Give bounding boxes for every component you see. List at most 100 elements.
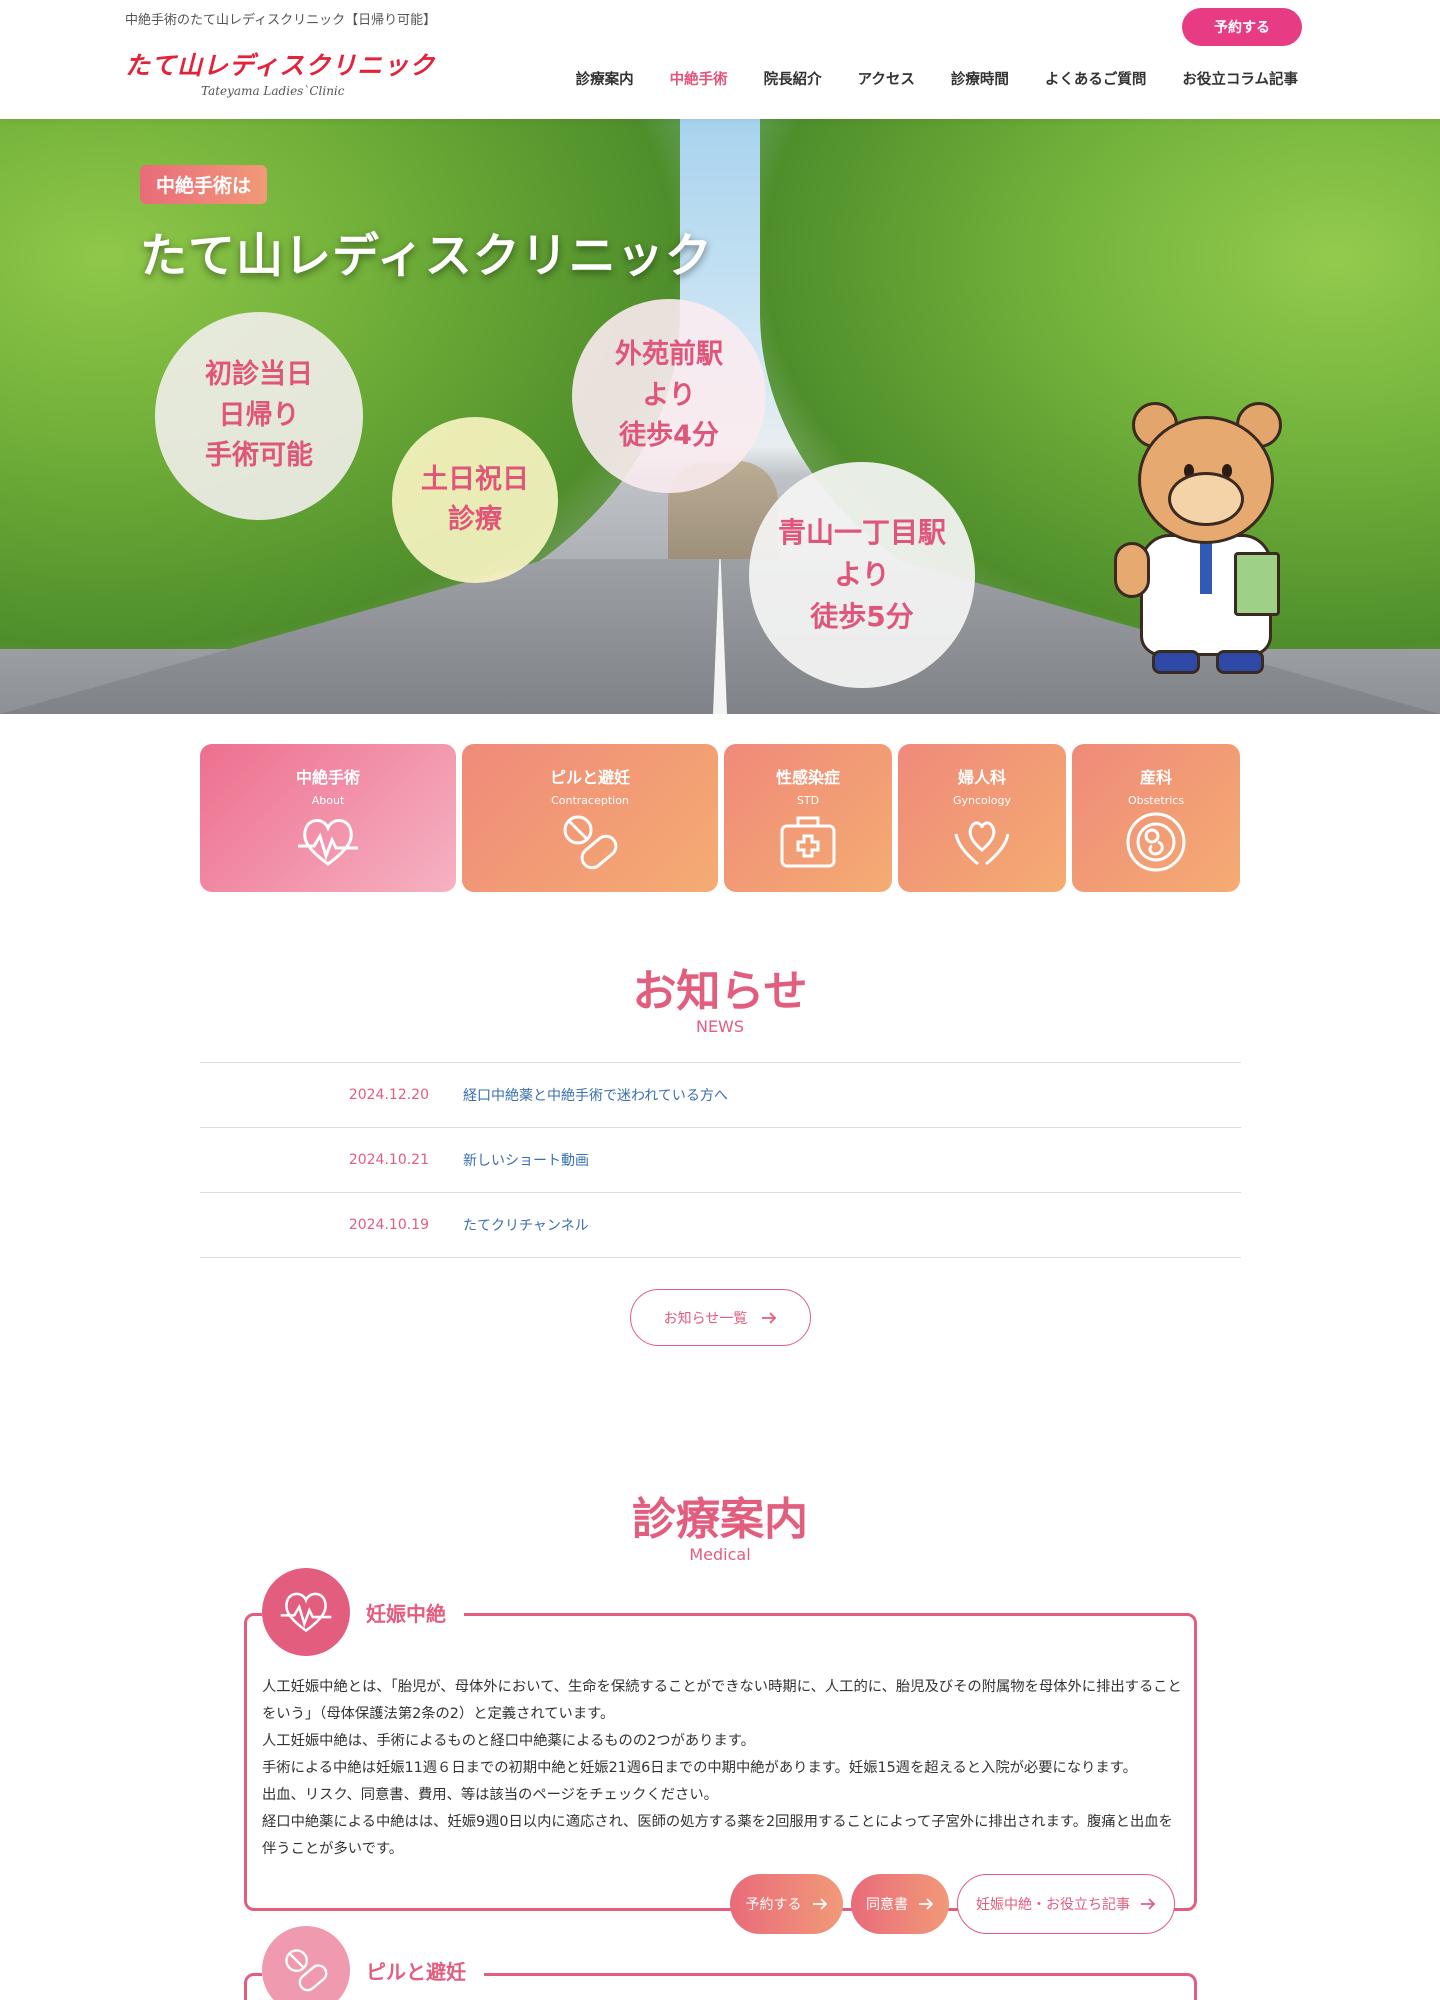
nav-item-column[interactable]: お役立コラム記事 <box>1182 68 1298 89</box>
bubble-line: 徒歩5分 <box>810 600 914 633</box>
site-tagline: 中絶手術のたて山レディスクリニック【日帰り可能】 <box>125 13 437 28</box>
nav-item-abortion[interactable]: 中絶手術 <box>670 68 728 89</box>
medical-paragraph: 人工妊娠中絶は、手術によるものと経口中絶薬によるものの2つがあります。 <box>262 1733 755 1749</box>
card-title: 婦人科 <box>957 768 1006 787</box>
card-title: 産科 <box>1139 768 1172 787</box>
news-date: 2024.12.20 <box>348 1087 429 1103</box>
button-label: 同意書 <box>866 1897 908 1913</box>
hero-bubble-same-day: 初診当日日帰り手術可能 <box>155 312 363 520</box>
medical-paragraph: 人工妊娠中絶とは、「胎児が、母体外において、生命を保続することができない時期に、… <box>262 1679 1182 1722</box>
nav-item-faq[interactable]: よくあるご質問 <box>1045 68 1147 89</box>
news-title: お知らせ <box>632 966 808 1017</box>
news-link[interactable]: 新しいショート動画 <box>463 1150 589 1170</box>
bubble-line: 手術可能 <box>205 440 313 472</box>
card-subtitle: Gyncology <box>952 794 1012 807</box>
category-cards: 中絶手術 About ピルと避妊 Contraception 性感染症 STD … <box>200 744 1240 892</box>
card-title: 性感染症 <box>775 768 840 787</box>
button-label: 妊娠中絶・お役立ち記事 <box>976 1897 1130 1913</box>
logo-text-jp: たて山レディスクリニック <box>125 51 436 80</box>
news-date: 2024.10.21 <box>348 1152 429 1168</box>
bubble-line: より <box>642 379 696 411</box>
news-item: 2024.10.19 たてクリチャンネル <box>200 1193 1241 1258</box>
bear-muzzle <box>1168 472 1244 526</box>
hero-bubble-weekend: 土日祝日 診療 <box>392 417 558 583</box>
bear-tie <box>1200 538 1212 594</box>
medical-section-header: ピルと避妊 <box>262 1926 484 2000</box>
nav-item-hours[interactable]: 診療時間 <box>951 68 1009 89</box>
card-subtitle: Contraception <box>551 794 629 807</box>
news-subtitle: NEWS <box>695 1017 745 1036</box>
news-list: 2024.12.20 経口中絶薬と中絶手術で迷われている方へ 2024.10.2… <box>200 1062 1241 1258</box>
bubble-line: 外苑前駅 <box>615 339 723 371</box>
medical-kit-icon <box>780 816 836 868</box>
medical-icon-circle <box>262 1926 350 2000</box>
nav-item-medical[interactable]: 診療案内 <box>576 68 634 89</box>
medical-section-text: 人工妊娠中絶とは、「胎児が、母体外において、生命を保続することができない時期に、… <box>262 1674 1182 1863</box>
bubble-line: 日帰り <box>218 399 300 431</box>
arrow-right-icon <box>812 1898 827 1910</box>
hero-bubble-gaienmae: 外苑前駅より徒歩4分 <box>572 299 766 493</box>
bubble-line: 徒歩4分 <box>619 420 719 452</box>
hero-banner: 中絶手術は たて山レディスクリニック 初診当日日帰り手術可能 土日祝日診療 外苑… <box>0 119 1440 714</box>
category-card-contraception[interactable]: ピルと避妊 Contraception <box>462 744 718 892</box>
medical-section-buttons: 予約する 同意書 妊娠中絶・お役立ち記事 <box>730 1874 1175 1934</box>
bear-leg <box>1152 650 1200 674</box>
main-nav: 診療案内 中絶手術 院長紹介 アクセス 診療時間 よくあるご質問 お役立コラム記… <box>576 68 1298 89</box>
bubble-line: 青山一丁目駅 <box>777 516 946 549</box>
hero-bubble-aoyama: 青山一丁目駅 より徒歩5分 <box>749 462 975 688</box>
hero-badge: 中絶手術は <box>140 165 268 204</box>
pill-icon <box>563 815 618 870</box>
medical-consent-button[interactable]: 同意書 <box>851 1874 949 1934</box>
button-label: 予約する <box>745 1897 802 1913</box>
news-item: 2024.10.21 新しいショート動画 <box>200 1128 1241 1193</box>
bear-clipboard <box>1234 552 1280 616</box>
medical-paragraph: 手術による中絶は妊娠11週６日までの初期中絶と妊娠21週6日までの中期中絶があり… <box>262 1760 1137 1776</box>
news-date: 2024.10.19 <box>348 1217 429 1233</box>
medical-section-label: ピルと避妊 <box>366 1959 466 1984</box>
news-link[interactable]: たてクリチャンネル <box>463 1215 589 1235</box>
bear-leg <box>1216 650 1264 674</box>
hero-title: たて山レディスクリニック <box>140 229 713 284</box>
bear-arm <box>1114 542 1150 598</box>
news-more-button[interactable]: お知らせ一覧 <box>630 1289 811 1346</box>
card-subtitle: Obstetrics <box>1127 794 1185 807</box>
site-header: 中絶手術のたて山レディスクリニック【日帰り可能】 たて山レディスクリニック Ta… <box>0 0 1440 119</box>
heartbeat-icon <box>298 819 358 866</box>
news-more-label: お知らせ一覧 <box>663 1310 748 1327</box>
bubble-line: 土日祝日 <box>421 463 529 495</box>
medical-title: 診療案内 <box>632 1494 808 1545</box>
medical-articles-button[interactable]: 妊娠中絶・お役立ち記事 <box>957 1874 1175 1934</box>
bear-mascot <box>1114 402 1298 702</box>
bubble-line: より <box>834 558 890 591</box>
medical-icon-circle <box>262 1568 350 1656</box>
arrow-right-icon <box>1141 1898 1156 1910</box>
medical-section-label: 妊娠中絶 <box>366 1601 446 1626</box>
arrow-right-icon <box>762 1311 777 1324</box>
bubble-line: 診療 <box>448 504 502 535</box>
bubble-line: 初診当日 <box>205 359 313 391</box>
medical-reserve-button[interactable]: 予約する <box>730 1874 843 1934</box>
news-item: 2024.12.20 経口中絶薬と中絶手術で迷われている方へ <box>200 1063 1241 1128</box>
site-logo[interactable]: たて山レディスクリニック Tateyama Ladies`Clinic <box>125 46 435 98</box>
category-card-abortion[interactable]: 中絶手術 About <box>200 744 456 892</box>
medical-paragraph: 出血、リスク、同意書、費用、等は該当のページをチェックください。 <box>262 1787 718 1803</box>
heartbeat-icon <box>280 1592 332 1633</box>
news-link[interactable]: 経口中絶薬と中絶手術で迷われている方へ <box>463 1085 728 1105</box>
category-card-gynecology[interactable]: 婦人科 Gyncology <box>898 744 1066 892</box>
fetus-icon <box>1126 812 1186 872</box>
card-subtitle: STD <box>796 794 820 807</box>
medical-subtitle: Medical <box>689 1545 751 1564</box>
card-subtitle: About <box>311 794 345 807</box>
heart-hands-icon <box>954 821 1010 866</box>
category-card-obstetrics[interactable]: 産科 Obstetrics <box>1072 744 1240 892</box>
medical-paragraph: 経口中絶薬による中絶はは、妊娠9週0日以内に適応され、医師の処方する薬を2回服用… <box>262 1814 1173 1857</box>
nav-item-director[interactable]: 院長紹介 <box>764 68 822 89</box>
medical-section-header: 妊娠中絶 <box>262 1568 464 1656</box>
reserve-button[interactable]: 予約する <box>1182 8 1302 46</box>
category-card-std[interactable]: 性感染症 STD <box>724 744 892 892</box>
arrow-right-icon <box>919 1898 934 1910</box>
card-title: ピルと避妊 <box>549 768 630 787</box>
pill-icon <box>285 1949 328 1992</box>
logo-text-en: Tateyama Ladies`Clinic <box>201 84 345 98</box>
nav-item-access[interactable]: アクセス <box>858 68 915 89</box>
